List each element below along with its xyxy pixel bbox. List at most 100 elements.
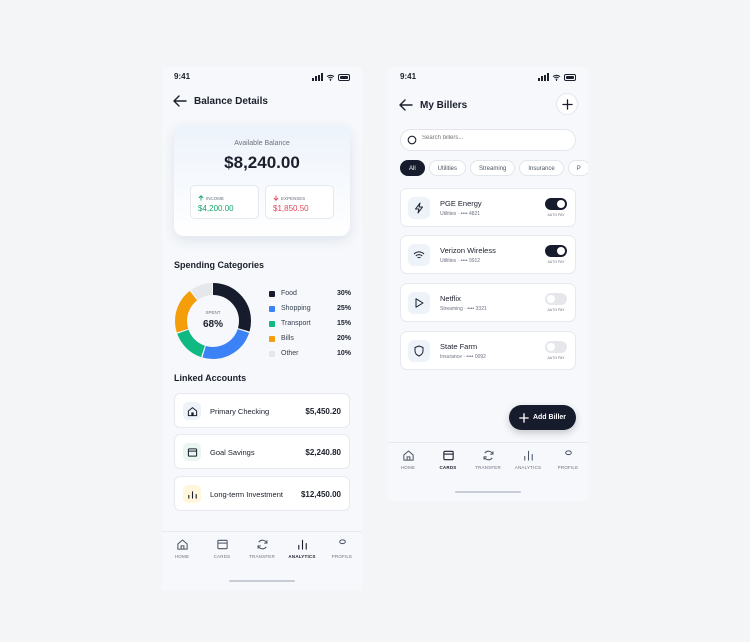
header: My Billers [398, 97, 576, 113]
legend-label: Shopping [281, 305, 311, 312]
biller-name: Netflix [440, 294, 461, 303]
tab-profile[interactable]: PROFILE [322, 532, 362, 565]
filter-chips: All Utilities Streaming Insurance P [400, 160, 588, 176]
legend-item: Transport 15% [269, 316, 351, 331]
autopay-toggle[interactable] [545, 293, 567, 305]
account-long-term-investment[interactable]: Long-term Investment $12,450.00 [174, 476, 350, 511]
balance-details-screen: 9:41 Balance Details Available Balance $… [162, 67, 362, 590]
battery-icon [338, 74, 350, 81]
back-arrow-icon[interactable] [172, 93, 188, 109]
filter-utilities[interactable]: Utilities [428, 160, 467, 176]
my-billers-screen: 9:41 My Billers AllUtilitiesStreamingIns… [388, 67, 588, 501]
spending-title: Spending Categories [174, 260, 265, 270]
signal-icon [538, 73, 549, 81]
biller-account: •••• 3321 [467, 306, 487, 312]
tab-profile[interactable]: PROFILE [548, 443, 588, 476]
legend-percent: 20% [336, 335, 351, 342]
biller-netflix[interactable]: Netflix Streaming · •••• 3321 AUTO PAY [400, 283, 576, 322]
donut-center-value: 68% [202, 319, 223, 330]
biller-verizon-wireless[interactable]: Verizon Wireless Utilities · •••• 9912 A… [400, 235, 576, 274]
page-title: My Billers [420, 99, 468, 111]
legend-label: Food [281, 290, 297, 297]
tab-cards[interactable]: CARDS [202, 532, 242, 565]
expenses-box: EXPENSES $1,850.50 [265, 185, 334, 219]
legend-percent: 15% [336, 320, 351, 327]
filter-more[interactable]: P [567, 160, 588, 176]
filter-insurance[interactable]: Insurance [519, 160, 564, 176]
filter-all[interactable]: All [400, 160, 425, 176]
tab-transfer[interactable]: TRANSFER [242, 532, 282, 565]
status-time: 9:41 [174, 72, 191, 81]
status-bar: 9:41 [174, 72, 350, 84]
home-indicator [229, 580, 295, 582]
account-goal-savings[interactable]: Goal Savings $2,240.80 [174, 434, 350, 469]
linked-accounts-title: Linked Accounts [174, 373, 247, 383]
tab-analytics[interactable]: ANALYTICS [282, 532, 322, 565]
tab-analytics[interactable]: ANALYTICS [508, 443, 548, 476]
biller-name: Verizon Wireless [440, 246, 496, 255]
add-biller-top-button[interactable] [556, 93, 578, 115]
account-value: $12,450.00 [300, 490, 341, 499]
back-arrow-icon[interactable] [398, 97, 414, 113]
arrow-up-icon [198, 195, 204, 201]
account-value: $5,450.20 [305, 407, 341, 416]
balance-card: Available Balance $8,240.00 INCOME $4,20… [174, 125, 350, 236]
account-name: Long-term Investment [210, 490, 283, 499]
autopay-toggle[interactable] [545, 198, 567, 210]
biller-account: •••• 9912 [460, 258, 481, 264]
wifi-icon [552, 74, 561, 81]
bar-chart-icon [521, 448, 535, 462]
legend-item: Shopping 25% [269, 301, 351, 316]
expenses-label: EXPENSES [281, 195, 306, 201]
legend-swatch [269, 290, 275, 297]
autopay-label: AUTO PAY [547, 356, 565, 360]
account-primary-checking[interactable]: Primary Checking $5,450.20 [174, 393, 350, 428]
header: Balance Details [172, 93, 350, 109]
arrow-down-icon [273, 195, 279, 201]
wifi-icon [326, 74, 335, 81]
legend-item: Food 30% [269, 286, 351, 301]
biller-state-farm[interactable]: State Farm Insurance · •••• 0092 AUTO PA… [400, 331, 576, 370]
legend-item: Other 10% [269, 346, 351, 361]
lightning-icon [408, 197, 430, 219]
donut-center-label: SPENT [205, 310, 221, 315]
account-value: $2,240.80 [305, 448, 341, 457]
legend-label: Bills [281, 335, 294, 342]
income-label: INCOME [206, 195, 224, 201]
user-icon [561, 448, 575, 462]
tab-home[interactable]: HOME [388, 443, 428, 476]
legend-percent: 10% [336, 350, 351, 357]
balance-label: Available Balance [234, 140, 290, 147]
page-title: Balance Details [194, 95, 268, 107]
legend-item: Bills 20% [269, 331, 351, 346]
play-icon [408, 292, 430, 314]
biller-account: •••• 0092 [466, 354, 486, 360]
biller-category: Streaming [440, 306, 463, 312]
autopay-toggle[interactable] [545, 245, 567, 257]
battery-icon [564, 74, 576, 81]
biller-account: •••• 4821 [460, 211, 481, 217]
search-input[interactable] [422, 135, 562, 141]
search-bar[interactable] [400, 129, 576, 151]
legend-percent: 30% [336, 290, 351, 297]
balance-amount: $8,240.00 [224, 153, 300, 172]
tab-transfer[interactable]: TRANSFER [468, 443, 508, 476]
legend-percent: 25% [336, 305, 351, 312]
account-name: Primary Checking [210, 407, 270, 416]
bank-icon [183, 402, 201, 420]
add-biller-button[interactable]: Add Biller [509, 405, 576, 430]
tab-cards[interactable]: CARDS [428, 443, 468, 476]
card-icon [441, 448, 455, 462]
legend-label: Transport [281, 320, 311, 327]
add-biller-label: Add Biller [532, 414, 567, 421]
legend-swatch [269, 305, 275, 312]
filter-streaming[interactable]: Streaming [470, 160, 516, 176]
home-icon [175, 537, 189, 551]
search-icon [407, 135, 417, 145]
biller-name: State Farm [440, 342, 478, 351]
legend-swatch [269, 350, 275, 357]
bar-chart-icon [295, 537, 309, 551]
tab-home[interactable]: HOME [162, 532, 202, 565]
autopay-toggle[interactable] [545, 341, 567, 353]
biller-pge-energy[interactable]: PGE Energy Utilities · •••• 4821 AUTO PA… [400, 188, 576, 227]
